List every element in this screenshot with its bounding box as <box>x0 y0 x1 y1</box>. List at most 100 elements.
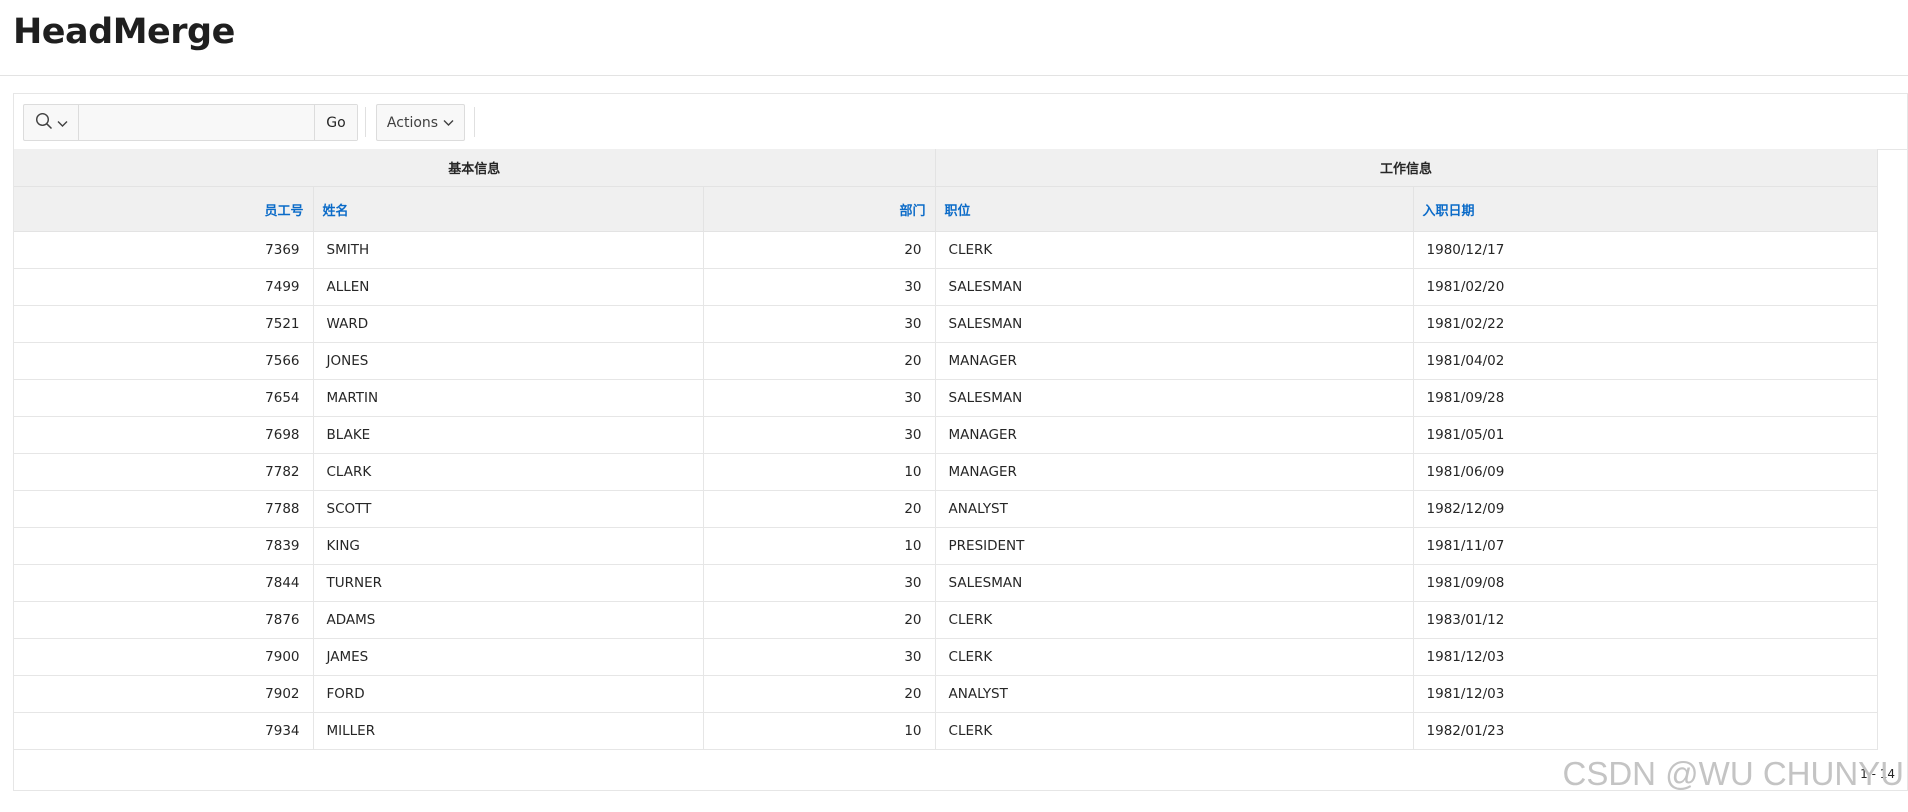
table-row: 7499 ALLEN 30 SALESMAN 1981/02/20 <box>14 268 1878 306</box>
cell-department: 30 <box>703 564 936 602</box>
cell-job: CLERK <box>935 638 1414 676</box>
table-row: 7876 ADAMS 20 CLERK 1983/01/12 <box>14 601 1878 639</box>
cell-hire-date: 1981/02/22 <box>1413 305 1878 343</box>
cell-job: PRESIDENT <box>935 527 1414 565</box>
cell-employee-no: 7900 <box>14 638 314 676</box>
cell-name: MILLER <box>313 712 704 750</box>
cell-name: JONES <box>313 342 704 380</box>
cell-employee-no: 7521 <box>14 305 314 343</box>
cell-job: SALESMAN <box>935 564 1414 602</box>
actions-menu-button[interactable]: Actions <box>376 104 465 141</box>
table-row: 7839 KING 10 PRESIDENT 1981/11/07 <box>14 527 1878 565</box>
table-row: 7782 CLARK 10 MANAGER 1981/06/09 <box>14 453 1878 491</box>
search-input[interactable] <box>79 105 315 140</box>
cell-employee-no: 7788 <box>14 490 314 528</box>
search-column-selector[interactable] <box>24 105 79 140</box>
cell-name: KING <box>313 527 704 565</box>
table-row: 7698 BLAKE 30 MANAGER 1981/05/01 <box>14 416 1878 454</box>
cell-name: SMITH <box>313 231 704 269</box>
cell-hire-date: 1981/09/28 <box>1413 379 1878 417</box>
cell-department: 30 <box>703 638 936 676</box>
cell-hire-date: 1982/01/23 <box>1413 712 1878 750</box>
cell-name: WARD <box>313 305 704 343</box>
cell-name: ADAMS <box>313 601 704 639</box>
cell-department: 30 <box>703 268 936 306</box>
cell-name: SCOTT <box>313 490 704 528</box>
cell-department: 20 <box>703 490 936 528</box>
cell-hire-date: 1983/01/12 <box>1413 601 1878 639</box>
cell-name: BLAKE <box>313 416 704 454</box>
column-header-department[interactable]: 部门 <box>703 186 936 232</box>
cell-job: SALESMAN <box>935 268 1414 306</box>
cell-employee-no: 7654 <box>14 379 314 417</box>
cell-job: SALESMAN <box>935 379 1414 417</box>
page-title: HeadMerge <box>13 12 235 52</box>
cell-hire-date: 1981/04/02 <box>1413 342 1878 380</box>
column-header-hire-date[interactable]: 入职日期 <box>1413 186 1878 232</box>
cell-employee-no: 7782 <box>14 453 314 491</box>
cell-hire-date: 1981/11/07 <box>1413 527 1878 565</box>
cell-job: MANAGER <box>935 342 1414 380</box>
cell-employee-no: 7839 <box>14 527 314 565</box>
cell-department: 10 <box>703 453 936 491</box>
table-row: 7654 MARTIN 30 SALESMAN 1981/09/28 <box>14 379 1878 417</box>
report-toolbar: Go Actions <box>14 94 1907 150</box>
group-header-work-info: 工作信息 <box>935 149 1878 187</box>
cell-hire-date: 1981/05/01 <box>1413 416 1878 454</box>
cell-employee-no: 7698 <box>14 416 314 454</box>
cell-employee-no: 7499 <box>14 268 314 306</box>
cell-job: CLERK <box>935 231 1414 269</box>
toolbar-divider <box>474 107 475 137</box>
chevron-down-icon <box>443 115 454 131</box>
cell-job: ANALYST <box>935 490 1414 528</box>
search-bar: Go <box>23 104 358 141</box>
cell-name: JAMES <box>313 638 704 676</box>
cell-employee-no: 7566 <box>14 342 314 380</box>
cell-job: MANAGER <box>935 453 1414 491</box>
column-header-job[interactable]: 职位 <box>935 186 1414 232</box>
cell-employee-no: 7876 <box>14 601 314 639</box>
table-row: 7934 MILLER 10 CLERK 1982/01/23 <box>14 712 1878 750</box>
cell-department: 10 <box>703 712 936 750</box>
cell-hire-date: 1981/06/09 <box>1413 453 1878 491</box>
cell-employee-no: 7844 <box>14 564 314 602</box>
cell-name: ALLEN <box>313 268 704 306</box>
table-row: 7902 FORD 20 ANALYST 1981/12/03 <box>14 675 1878 713</box>
table-row: 7788 SCOTT 20 ANALYST 1982/12/09 <box>14 490 1878 528</box>
cell-job: ANALYST <box>935 675 1414 713</box>
search-icon <box>35 112 53 134</box>
cell-hire-date: 1981/02/20 <box>1413 268 1878 306</box>
cell-department: 20 <box>703 675 936 713</box>
table-row: 7521 WARD 30 SALESMAN 1981/02/22 <box>14 305 1878 343</box>
column-header-employee-no[interactable]: 员工号 <box>14 186 314 232</box>
cell-hire-date: 1982/12/09 <box>1413 490 1878 528</box>
go-button[interactable]: Go <box>315 105 357 140</box>
chevron-down-icon <box>57 113 68 132</box>
cell-department: 10 <box>703 527 936 565</box>
cell-employee-no: 7934 <box>14 712 314 750</box>
cell-department: 30 <box>703 416 936 454</box>
cell-name: CLARK <box>313 453 704 491</box>
table-row: 7369 SMITH 20 CLERK 1980/12/17 <box>14 231 1878 269</box>
cell-job: CLERK <box>935 601 1414 639</box>
cell-job: SALESMAN <box>935 305 1414 343</box>
cell-employee-no: 7369 <box>14 231 314 269</box>
table-row: 7844 TURNER 30 SALESMAN 1981/09/08 <box>14 564 1878 602</box>
table-row: 7900 JAMES 30 CLERK 1981/12/03 <box>14 638 1878 676</box>
cell-name: TURNER <box>313 564 704 602</box>
actions-label: Actions <box>386 114 439 131</box>
cell-name: MARTIN <box>313 379 704 417</box>
cell-department: 20 <box>703 342 936 380</box>
cell-department: 20 <box>703 231 936 269</box>
column-header-name[interactable]: 姓名 <box>313 186 704 232</box>
cell-hire-date: 1981/09/08 <box>1413 564 1878 602</box>
cell-job: CLERK <box>935 712 1414 750</box>
cell-hire-date: 1980/12/17 <box>1413 231 1878 269</box>
cell-department: 30 <box>703 379 936 417</box>
report-table: 基本信息 工作信息 员工号 姓名 部门 职位 入职日期 7369 SMITH 20 C… <box>14 149 1878 750</box>
group-header-basic-info: 基本信息 <box>14 149 936 187</box>
cell-hire-date: 1981/12/03 <box>1413 675 1878 713</box>
toolbar-divider <box>365 107 366 137</box>
table-row: 7566 JONES 20 MANAGER 1981/04/02 <box>14 342 1878 380</box>
cell-department: 20 <box>703 601 936 639</box>
